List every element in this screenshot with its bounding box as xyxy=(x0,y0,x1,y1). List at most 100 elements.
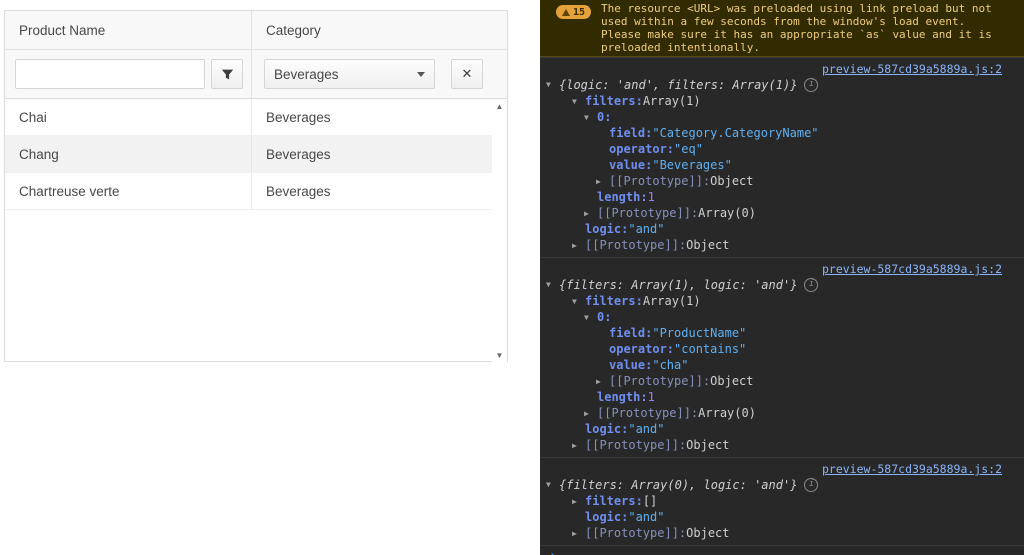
collapse-icon[interactable]: ▼ xyxy=(546,480,559,489)
console-warning: 15 The resource <URL> was preloaded usin… xyxy=(540,0,1024,57)
property-row[interactable]: ▶ [[Prototype]] Array(0) xyxy=(540,405,1024,421)
property-key: field xyxy=(609,326,652,340)
collapse-icon[interactable]: ▼ xyxy=(584,113,597,122)
product-filter-input[interactable] xyxy=(15,59,205,89)
table-row[interactable]: Chai Beverages xyxy=(5,99,492,136)
devtools-console: 15 The resource <URL> was preloaded usin… xyxy=(540,0,1024,555)
console-entry: preview-587cd39a5889a.js:2 ▼ {filters: A… xyxy=(540,257,1024,457)
property-row[interactable]: ▼ 0 xyxy=(540,109,1024,125)
category-filter-cell: Beverages ✕ xyxy=(251,50,507,98)
info-icon[interactable]: i xyxy=(804,478,818,492)
property-value: 1 xyxy=(648,190,655,204)
property-value: 1 xyxy=(648,390,655,404)
table-row[interactable]: Chang Beverages xyxy=(5,136,492,173)
category-cell: Beverages xyxy=(251,173,492,209)
property-key: 0 xyxy=(597,110,611,124)
property-key: filters xyxy=(585,494,643,508)
collapse-icon[interactable]: ▼ xyxy=(572,297,585,306)
column-header-category[interactable]: Category xyxy=(251,11,507,49)
property-row: value "Beverages" xyxy=(540,157,1024,173)
property-row: value "cha" xyxy=(540,357,1024,373)
prompt-chevron-icon: › xyxy=(549,549,557,555)
grid-header-row: Product Name Category xyxy=(5,11,507,50)
expand-icon[interactable]: ▶ xyxy=(572,241,585,250)
property-row: length 1 xyxy=(540,189,1024,205)
property-row[interactable]: ▶ [[Prototype]] Object xyxy=(540,173,1024,189)
product-name-cell: Chang xyxy=(5,136,251,172)
property-value: Object xyxy=(686,526,729,540)
column-header-product-name[interactable]: Product Name xyxy=(5,11,251,49)
expand-icon[interactable]: ▶ xyxy=(572,529,585,538)
property-row: logic "and" xyxy=(540,421,1024,437)
property-value: Array(0) xyxy=(698,406,756,420)
grid-scrollbar[interactable]: ▲ ▼ xyxy=(492,99,507,363)
property-key: filters xyxy=(585,94,643,108)
collapse-icon[interactable]: ▼ xyxy=(584,313,597,322)
property-row[interactable]: ▶ filters [] xyxy=(540,493,1024,509)
info-icon[interactable]: i xyxy=(804,78,818,92)
table-row[interactable]: Chartreuse verte Beverages xyxy=(5,173,492,210)
property-row[interactable]: ▶ [[Prototype]] Object xyxy=(540,373,1024,389)
property-row[interactable]: ▼ 0 xyxy=(540,309,1024,325)
property-key: logic xyxy=(585,422,628,436)
property-key: 0 xyxy=(597,310,611,324)
grid-content: Chai Beverages Chang Beverages Chartreus… xyxy=(5,99,507,363)
expand-icon[interactable]: ▶ xyxy=(584,409,597,418)
category-filter-dropdown[interactable]: Beverages xyxy=(264,59,435,89)
property-value: "and" xyxy=(628,222,664,236)
property-row[interactable]: ▶ [[Prototype]] Array(0) xyxy=(540,205,1024,221)
property-row[interactable]: ▼ filters Array(1) xyxy=(540,293,1024,309)
property-value: Array(0) xyxy=(698,206,756,220)
property-value: "ProductName" xyxy=(652,326,746,340)
dropdown-selected-value: Beverages xyxy=(274,67,339,82)
property-key: [[Prototype]] xyxy=(585,238,686,252)
expand-icon[interactable]: ▶ xyxy=(572,497,585,506)
property-value: Object xyxy=(710,174,753,188)
grid-filter-row: Beverages ✕ xyxy=(5,50,507,99)
property-key: logic xyxy=(585,510,628,524)
source-link-row: preview-587cd39a5889a.js:2 xyxy=(540,60,1024,76)
property-row[interactable]: ▶ [[Prototype]] Object xyxy=(540,525,1024,541)
property-row[interactable]: ▶ [[Prototype]] Object xyxy=(540,237,1024,253)
property-row[interactable]: ▶ [[Prototype]] Object xyxy=(540,437,1024,453)
property-value: "and" xyxy=(628,422,664,436)
scroll-down-icon[interactable]: ▼ xyxy=(496,348,504,363)
expand-icon[interactable]: ▶ xyxy=(572,441,585,450)
property-key: value xyxy=(609,358,652,372)
product-filter-button[interactable] xyxy=(211,59,243,89)
warning-icon xyxy=(562,9,570,16)
source-link[interactable]: preview-587cd39a5889a.js:2 xyxy=(822,62,1002,76)
expand-icon[interactable]: ▶ xyxy=(596,377,609,386)
product-filter-cell xyxy=(5,50,251,98)
property-key: [[Prototype]] xyxy=(585,438,686,452)
collapse-icon[interactable]: ▼ xyxy=(546,80,559,89)
source-link-row: preview-587cd39a5889a.js:2 xyxy=(540,460,1024,476)
collapse-icon[interactable]: ▼ xyxy=(572,97,585,106)
object-preview-row[interactable]: ▼ {logic: 'and', filters: Array(1)} i xyxy=(540,76,1024,93)
warning-count-badge[interactable]: 15 xyxy=(556,5,591,19)
console-prompt[interactable]: › xyxy=(540,545,1024,555)
console-entry: preview-587cd39a5889a.js:2 ▼ {logic: 'an… xyxy=(540,57,1024,257)
property-value: [] xyxy=(643,494,657,508)
console-entry: preview-587cd39a5889a.js:2 ▼ {filters: A… xyxy=(540,457,1024,545)
info-icon[interactable]: i xyxy=(804,278,818,292)
property-key: [[Prototype]] xyxy=(597,406,698,420)
property-row: field "Category.CategoryName" xyxy=(540,125,1024,141)
scroll-up-icon[interactable]: ▲ xyxy=(496,99,504,114)
app-root: Product Name Category Beverages ✕ xyxy=(0,0,1024,555)
property-key: logic xyxy=(585,222,628,236)
source-link[interactable]: preview-587cd39a5889a.js:2 xyxy=(822,262,1002,276)
property-row: operator "eq" xyxy=(540,141,1024,157)
object-preview-row[interactable]: ▼ {filters: Array(1), logic: 'and'} i xyxy=(540,276,1024,293)
property-value: Object xyxy=(710,374,753,388)
object-preview-row[interactable]: ▼ {filters: Array(0), logic: 'and'} i xyxy=(540,476,1024,493)
expand-icon[interactable]: ▶ xyxy=(584,209,597,218)
object-preview: {logic: 'and', filters: Array(1)} xyxy=(559,78,797,92)
expand-icon[interactable]: ▶ xyxy=(596,177,609,186)
clear-category-filter-button[interactable]: ✕ xyxy=(451,59,483,89)
property-row[interactable]: ▼ filters Array(1) xyxy=(540,93,1024,109)
product-name-cell: Chartreuse verte xyxy=(5,173,251,209)
collapse-icon[interactable]: ▼ xyxy=(546,280,559,289)
property-value: Object xyxy=(686,438,729,452)
source-link[interactable]: preview-587cd39a5889a.js:2 xyxy=(822,462,1002,476)
